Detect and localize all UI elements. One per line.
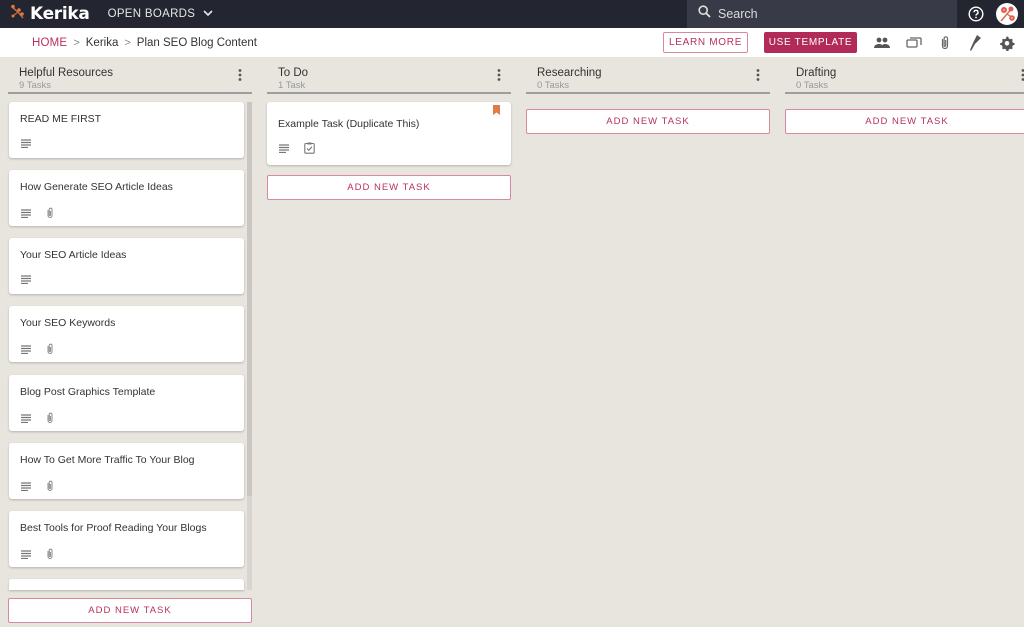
search-input[interactable] <box>718 7 918 21</box>
highlight-icon[interactable] <box>966 34 984 52</box>
more-vert-icon[interactable] <box>497 68 501 86</box>
task-card[interactable]: Your SEO Keywords <box>9 306 244 362</box>
description-icon <box>21 139 32 148</box>
column-title[interactable]: Helpful Resources <box>19 67 252 79</box>
breadcrumb-board: Plan SEO Blog Content <box>136 36 257 49</box>
open-boards-menu[interactable]: OPEN BOARDS <box>108 8 214 20</box>
attachment-icon <box>46 548 54 560</box>
column-task-count: 9 Tasks <box>19 80 52 91</box>
add-new-task-button[interactable]: ADD NEW TASK <box>8 598 252 623</box>
task-title: Your SEO Keywords <box>20 317 116 329</box>
task-title: Best Tools for Proof Reading Your Blogs <box>20 522 207 534</box>
attachment-icon[interactable] <box>936 34 954 52</box>
task-card[interactable]: Your SEO Article Ideas <box>9 238 244 294</box>
attachment-icon <box>46 480 54 492</box>
column-task-count: 0 Tasks <box>537 80 570 91</box>
chevron-down-icon <box>195 8 213 20</box>
search-box[interactable] <box>687 0 957 28</box>
attachment-icon <box>46 343 54 355</box>
description-icon <box>21 549 32 559</box>
learn-more-button[interactable]: LEARN MORE <box>663 32 748 53</box>
logo[interactable]: Kerika <box>10 4 90 25</box>
use-template-button[interactable]: USE TEMPLATE <box>764 32 857 53</box>
task-title: Example Task (Duplicate This) <box>278 118 420 130</box>
task-card[interactable]: Blog Post Graphics Template <box>9 375 244 431</box>
attachment-icon <box>46 412 54 424</box>
column-header: Drafting 0 Tasks <box>785 57 1024 94</box>
task-title: Blog Post Graphics Template <box>20 386 156 398</box>
column-title[interactable]: Researching <box>537 67 770 79</box>
column-to-do: To Do 1 Task <box>267 57 511 94</box>
breadcrumb-account[interactable]: Kerika <box>86 37 119 49</box>
search-icon <box>687 5 711 23</box>
column-task-count: 0 Tasks <box>796 80 829 91</box>
task-card-partial[interactable] <box>9 579 244 590</box>
more-vert-icon[interactable] <box>238 68 242 86</box>
help-icon[interactable] <box>968 6 984 27</box>
task-card[interactable]: How To Get More Traffic To Your Blog <box>9 443 244 499</box>
breadcrumb-home[interactable]: HOME <box>32 37 67 49</box>
column-header: Helpful Resources 9 Tasks <box>8 57 252 94</box>
add-new-task-button[interactable]: ADD NEW TASK <box>267 175 511 200</box>
add-new-task-button[interactable]: ADD NEW TASK <box>526 109 770 134</box>
column-title[interactable]: To Do <box>278 67 511 79</box>
column-header: Researching 0 Tasks <box>526 57 770 94</box>
board-toolbar: HOME > Kerika > Plan SEO Blog Content LE… <box>0 28 1024 57</box>
bookmark-icon <box>493 102 500 120</box>
column-task-count: 1 Task <box>278 80 306 91</box>
task-card[interactable]: READ ME FIRST <box>9 102 244 158</box>
app-name: Kerika <box>30 4 90 24</box>
task-card[interactable]: Example Task (Duplicate This) <box>267 102 511 165</box>
column-title[interactable]: Drafting <box>796 67 1024 79</box>
column-researching: Researching 0 Tasks <box>526 57 770 94</box>
description-icon <box>279 143 290 153</box>
task-title: How Generate SEO Article Ideas <box>20 181 173 193</box>
description-icon <box>21 275 32 284</box>
task-title: How To Get More Traffic To Your Blog <box>20 454 195 466</box>
task-card[interactable]: How Generate SEO Article Ideas <box>9 170 244 226</box>
kerika-logo-icon <box>10 4 26 25</box>
checklist-icon <box>304 142 315 154</box>
task-title: Your SEO Article Ideas <box>20 249 127 261</box>
task-card[interactable]: Best Tools for Proof Reading Your Blogs <box>9 511 244 567</box>
attachment-icon <box>46 207 54 219</box>
column-helpful-resources: Helpful Resources 9 Tasks <box>8 57 252 94</box>
breadcrumb: HOME > Kerika > Plan SEO Blog Content <box>32 37 257 49</box>
chat-icon[interactable] <box>905 34 923 52</box>
chevron-right-icon: > <box>124 36 131 49</box>
column-scrollbar[interactable] <box>247 102 252 590</box>
more-vert-icon[interactable] <box>756 68 760 86</box>
description-icon <box>21 481 32 491</box>
user-avatar[interactable] <box>996 3 1018 25</box>
description-icon <box>21 208 32 218</box>
settings-icon[interactable] <box>998 34 1016 52</box>
chevron-right-icon: > <box>73 36 80 49</box>
scrollbar-thumb[interactable] <box>247 102 252 496</box>
top-bar: Kerika OPEN BOARDS <box>0 0 1024 28</box>
description-icon <box>21 413 32 423</box>
team-icon[interactable] <box>873 34 891 52</box>
description-icon <box>21 344 32 354</box>
column-header: To Do 1 Task <box>267 57 511 94</box>
open-boards-label: OPEN BOARDS <box>107 8 196 20</box>
task-title: READ ME FIRST <box>20 113 102 125</box>
column-drafting: Drafting 0 Tasks <box>785 57 1024 94</box>
add-new-task-button[interactable]: ADD NEW TASK <box>785 109 1024 134</box>
